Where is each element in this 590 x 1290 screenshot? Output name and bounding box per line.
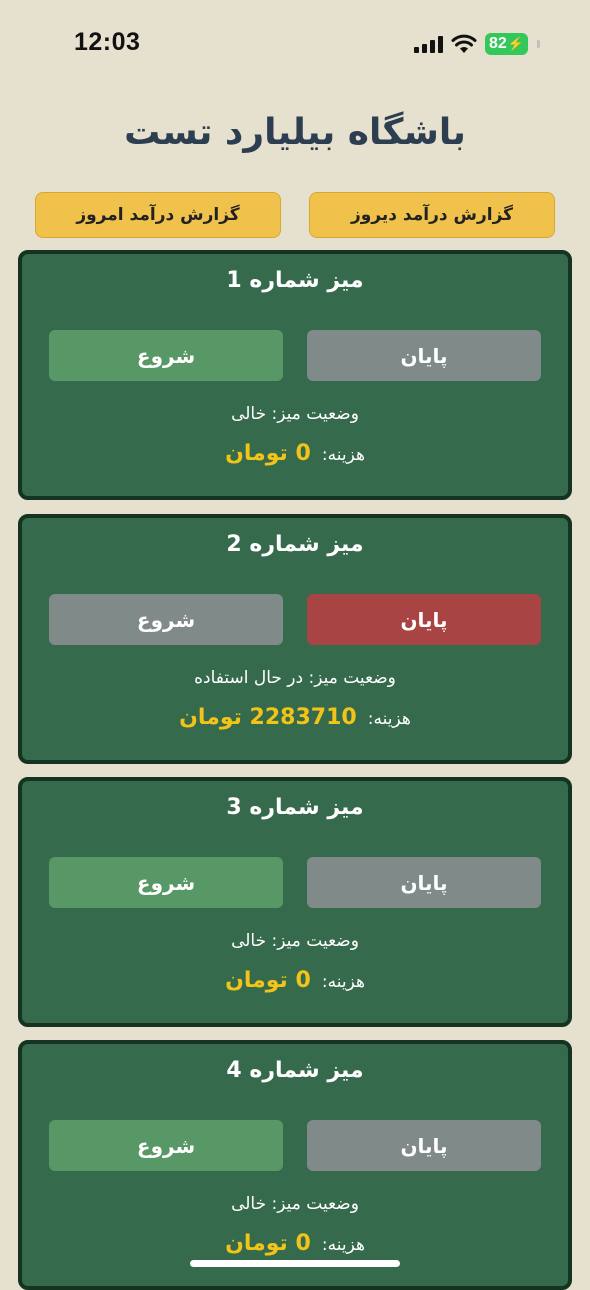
cost-label: هزینه: (321, 1235, 365, 1255)
table-card-4: میز شماره 4 پایان شروع وضعیت میز: خالی ه… (18, 1040, 572, 1290)
status-bar: 12:03 82 ⚡ (0, 0, 590, 88)
end-button[interactable]: پایان (307, 857, 541, 908)
page-title: باشگاه بیلیارد تست (124, 112, 466, 153)
table-status: وضعیت میز: در حال استفاده (194, 668, 396, 688)
table-status: وضعیت میز: خالی (231, 1194, 359, 1214)
table-status: وضعیت میز: خالی (231, 404, 359, 424)
table-status: وضعیت میز: خالی (231, 931, 359, 951)
cellular-signal-icon (414, 35, 444, 53)
start-button[interactable]: شروع (49, 857, 283, 908)
table-title: میز شماره 4 (226, 1058, 364, 1083)
end-button[interactable]: پایان (307, 1120, 541, 1171)
table-title: میز شماره 3 (226, 795, 364, 820)
table-cost: هزینه: 0 تومان (22, 1231, 568, 1256)
start-button[interactable]: شروع (49, 330, 283, 381)
cost-value: 0 تومان (225, 968, 311, 993)
battery-level: 82 (489, 35, 507, 52)
cost-value: 0 تومان (225, 441, 311, 466)
table-cost: هزینه: 2283710 تومان (22, 705, 568, 730)
home-indicator[interactable] (190, 1260, 400, 1267)
today-income-report-button[interactable]: گزارش درآمد امروز (35, 192, 281, 238)
start-button[interactable]: شروع (49, 594, 283, 645)
table-card-3: میز شماره 3 پایان شروع وضعیت میز: خالی ه… (18, 777, 572, 1027)
table-title: میز شماره 2 (226, 532, 364, 557)
battery-tip (537, 40, 540, 48)
status-icons: 82 ⚡ (414, 30, 540, 58)
cost-label: هزینه: (321, 445, 365, 465)
cost-value: 0 تومان (225, 1231, 311, 1256)
table-cost: هزینه: 0 تومان (22, 968, 568, 993)
status-time: 12:03 (74, 28, 141, 56)
cost-value: 2283710 تومان (179, 705, 357, 730)
end-button[interactable]: پایان (307, 330, 541, 381)
table-card-1: میز شماره 1 پایان شروع وضعیت میز: خالی ه… (18, 250, 572, 500)
yesterday-income-report-button[interactable]: گزارش درآمد دیروز (309, 192, 555, 238)
cost-label: هزینه: (321, 972, 365, 992)
table-cost: هزینه: 0 تومان (22, 441, 568, 466)
table-card-2: میز شماره 2 پایان شروع وضعیت میز: در حال… (18, 514, 572, 764)
start-button[interactable]: شروع (49, 1120, 283, 1171)
cost-label: هزینه: (367, 709, 411, 729)
battery-icon: 82 ⚡ (485, 33, 528, 55)
wifi-icon (451, 34, 477, 53)
end-button[interactable]: پایان (307, 594, 541, 645)
table-title: میز شماره 1 (226, 268, 364, 293)
